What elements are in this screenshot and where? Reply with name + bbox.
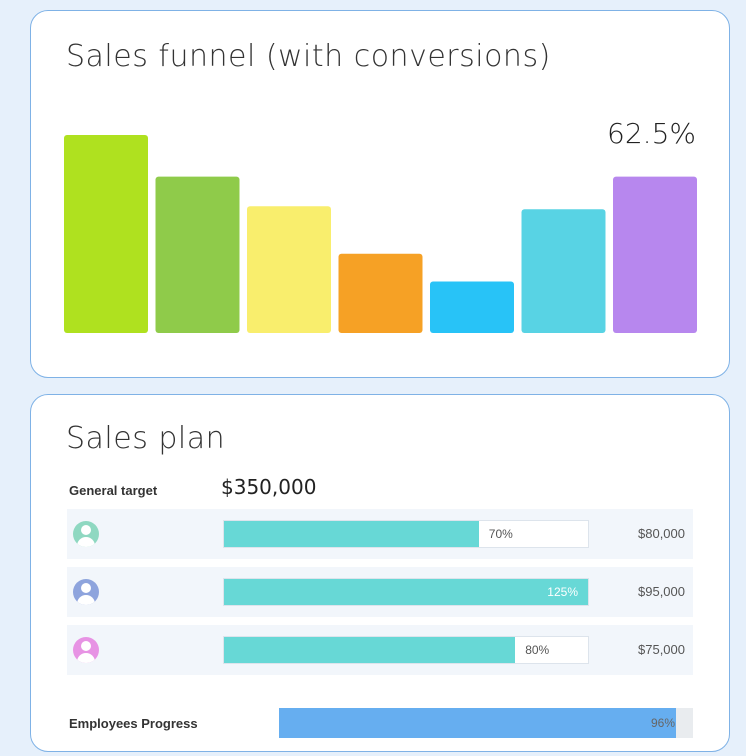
progress-percent: 80% <box>525 643 550 657</box>
progress-fill <box>224 521 479 547</box>
sales-funnel-card: Sales funnel (with conversions) 62.5% <box>30 10 730 378</box>
progress-fill <box>224 579 588 605</box>
funnel-bar <box>430 281 514 333</box>
funnel-bar <box>338 253 423 333</box>
employees-progress-fill <box>279 708 677 738</box>
progress-bar: 80% <box>223 636 589 664</box>
employee-amount: $75,000 <box>638 642 685 657</box>
progress-percent: 125% <box>547 585 578 599</box>
progress-bar: 70% <box>223 520 589 548</box>
funnel-bar <box>521 209 606 333</box>
employee-row: 80% $75,000 <box>67 625 693 675</box>
plan-title: Sales plan <box>66 421 226 456</box>
sales-plan-card: Sales plan General target $350,000 70% $… <box>30 394 730 752</box>
employee-amount: $95,000 <box>638 584 685 599</box>
funnel-bar <box>247 206 331 333</box>
progress-fill <box>224 637 516 663</box>
employee-row: 70% $80,000 <box>67 509 693 559</box>
avatar <box>73 579 99 605</box>
employees-progress-bar: 96% <box>279 708 693 738</box>
funnel-bar <box>613 176 697 333</box>
avatar <box>73 637 99 663</box>
general-target-value: $350,000 <box>221 475 317 499</box>
funnel-bar <box>155 176 240 333</box>
avatar <box>73 521 99 547</box>
funnel-bar <box>64 135 148 333</box>
progress-percent: 70% <box>488 527 513 541</box>
employees-progress-label: Employees Progress <box>69 716 198 731</box>
employee-amount: $80,000 <box>638 526 685 541</box>
funnel-chart <box>64 135 697 333</box>
employees-progress-percent: 96% <box>650 716 675 730</box>
employee-row: 125% $95,000 <box>67 567 693 617</box>
progress-bar: 125% <box>223 578 589 606</box>
general-target-label: General target <box>69 483 158 498</box>
